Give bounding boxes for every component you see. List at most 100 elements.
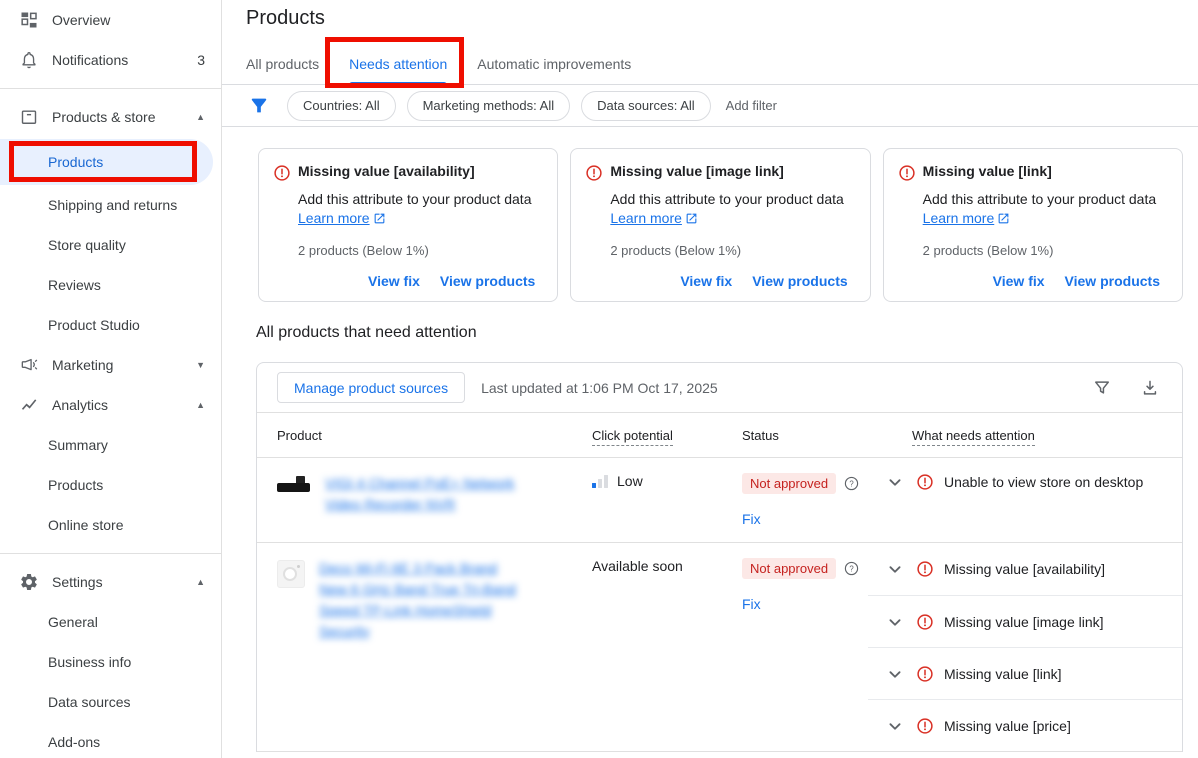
issue-card-description: Add this attribute to your product data: [923, 191, 1156, 207]
sidebar-item-label: Products: [48, 154, 103, 170]
sidebar-section-marketing[interactable]: Marketing ▼: [0, 345, 221, 385]
page-title: Products: [246, 7, 1198, 30]
app-window: Overview Notifications 3 Products & stor…: [0, 0, 1198, 758]
filter-chip-data-sources[interactable]: Data sources: All: [581, 91, 711, 121]
chevron-down-icon[interactable]: [884, 715, 906, 737]
table-header-row: Product Click potential Status What need…: [257, 413, 1182, 458]
table-toolbar: Manage product sources Last updated at 1…: [257, 363, 1182, 413]
view-fix-link[interactable]: View fix: [993, 273, 1045, 289]
filter-chip-marketing-methods[interactable]: Marketing methods: All: [407, 91, 571, 121]
chevron-down-icon[interactable]: [884, 663, 906, 685]
sidebar-item-data-sources[interactable]: Data sources: [0, 682, 221, 722]
view-fix-link[interactable]: View fix: [368, 273, 420, 289]
click-potential-cell: Low: [592, 458, 742, 542]
column-header-click-potential[interactable]: Click potential: [592, 428, 742, 443]
view-fix-link[interactable]: View fix: [680, 273, 732, 289]
issue-card-title: Missing value [image link]: [610, 163, 784, 179]
sidebar-item-store-quality[interactable]: Store quality: [0, 225, 221, 265]
sidebar-item-label: General: [48, 614, 98, 630]
learn-more-link[interactable]: Learn more: [923, 210, 995, 226]
attention-cell: Unable to view store on desktop: [868, 458, 1182, 542]
column-header-status: Status: [742, 428, 868, 443]
sidebar-item-notifications[interactable]: Notifications 3: [0, 40, 221, 80]
last-updated-text: Last updated at 1:06 PM Oct 17, 2025: [481, 380, 718, 396]
tab-all-products[interactable]: All products: [246, 56, 319, 84]
sidebar-item-product-studio[interactable]: Product Studio: [0, 305, 221, 345]
attention-item-label: Missing value [availability]: [944, 561, 1105, 577]
filter-icon[interactable]: [248, 95, 270, 117]
sidebar-item-shipping-and-returns[interactable]: Shipping and returns: [0, 185, 221, 225]
tab-automatic-improvements[interactable]: Automatic improvements: [477, 56, 631, 84]
external-link-icon: [997, 212, 1010, 228]
help-icon[interactable]: ?: [843, 475, 860, 492]
view-products-link[interactable]: View products: [440, 273, 535, 289]
sidebar-divider: [0, 553, 221, 554]
expand-icon: ▼: [196, 360, 205, 370]
issue-card-link: Missing value [link] Add this attribute …: [883, 148, 1183, 302]
sidebar-section-settings[interactable]: Settings ▲: [0, 562, 221, 602]
sidebar-item-products[interactable]: Products: [0, 139, 213, 185]
sidebar-item-label: Overview: [52, 12, 110, 28]
warning-icon: [916, 717, 934, 735]
issue-card-availability: Missing value [availability] Add this at…: [258, 148, 558, 302]
external-link-icon: [685, 212, 698, 228]
product-title-link[interactable]: Deco Wi-Fi 6E 3 Pack Brand New 6 GHz Ban…: [319, 558, 524, 751]
chevron-down-icon[interactable]: [884, 558, 906, 580]
sidebar-item-online-store[interactable]: Online store: [0, 505, 221, 545]
issue-card-title: Missing value [link]: [923, 163, 1052, 179]
issue-card-description: Add this attribute to your product data: [610, 191, 843, 207]
view-products-link[interactable]: View products: [1065, 273, 1160, 289]
sidebar-item-general[interactable]: General: [0, 602, 221, 642]
sidebar-section-products-store[interactable]: Products & store ▲: [0, 97, 221, 137]
sidebar-item-overview[interactable]: Overview: [0, 0, 221, 40]
attention-item: Missing value [link]: [868, 647, 1182, 699]
sidebar-section-analytics[interactable]: Analytics ▲: [0, 385, 221, 425]
product-title-link[interactable]: VIGI 4 Channel PoE+ Network Video Record…: [325, 473, 540, 542]
warning-icon: [898, 164, 916, 182]
svg-text:?: ?: [849, 479, 854, 488]
warning-icon: [273, 164, 291, 182]
issue-card-description: Add this attribute to your product data: [298, 191, 531, 207]
status-cell: Not approved ? Fix: [742, 458, 868, 542]
chevron-down-icon[interactable]: [884, 611, 906, 633]
sidebar-item-label: Product Studio: [48, 317, 140, 333]
sidebar-item-add-ons[interactable]: Add-ons: [0, 722, 221, 758]
attention-cell: Missing value [availability] Missing val…: [868, 543, 1182, 751]
download-icon[interactable]: [1140, 378, 1160, 398]
bell-icon: [18, 49, 40, 71]
sidebar-item-reviews[interactable]: Reviews: [0, 265, 221, 305]
chevron-down-icon[interactable]: [884, 471, 906, 493]
attention-item: Missing value [availability]: [868, 543, 1182, 595]
table-filter-icon[interactable]: [1092, 378, 1112, 398]
attention-item-label: Missing value [link]: [944, 666, 1062, 682]
help-icon[interactable]: ?: [843, 560, 860, 577]
sidebar-section-label: Products & store: [52, 109, 156, 125]
sidebar: Overview Notifications 3 Products & stor…: [0, 0, 222, 758]
manage-product-sources-button[interactable]: Manage product sources: [277, 372, 465, 403]
tab-needs-attention[interactable]: Needs attention: [349, 56, 447, 84]
filter-chip-countries[interactable]: Countries: All: [287, 91, 396, 121]
signal-bars-icon: [592, 475, 608, 488]
learn-more-link[interactable]: Learn more: [610, 210, 682, 226]
column-header-attention[interactable]: What needs attention: [868, 428, 1182, 443]
view-products-link[interactable]: View products: [752, 273, 847, 289]
sidebar-item-analytics-products[interactable]: Products: [0, 465, 221, 505]
sidebar-item-label: Shipping and returns: [48, 197, 177, 213]
products-table-card: Manage product sources Last updated at 1…: [256, 362, 1183, 752]
table-row: VIGI 4 Channel PoE+ Network Video Record…: [257, 458, 1182, 543]
sidebar-item-label: Products: [48, 477, 103, 493]
fix-link[interactable]: Fix: [742, 596, 868, 612]
add-filter-button[interactable]: Add filter: [726, 98, 777, 113]
product-thumbnail: [277, 560, 305, 588]
issue-card-count: 2 products (Below 1%): [298, 243, 535, 258]
sidebar-item-business-info[interactable]: Business info: [0, 642, 221, 682]
sidebar-item-summary[interactable]: Summary: [0, 425, 221, 465]
click-potential-cell: Available soon: [592, 543, 742, 751]
click-potential-value: Low: [617, 473, 643, 489]
collapse-icon: ▲: [196, 112, 205, 122]
learn-more-link[interactable]: Learn more: [298, 210, 370, 226]
attention-item-label: Missing value [image link]: [944, 614, 1104, 630]
fix-link[interactable]: Fix: [742, 511, 868, 527]
gear-icon: [18, 571, 40, 593]
warning-icon: [585, 164, 603, 182]
